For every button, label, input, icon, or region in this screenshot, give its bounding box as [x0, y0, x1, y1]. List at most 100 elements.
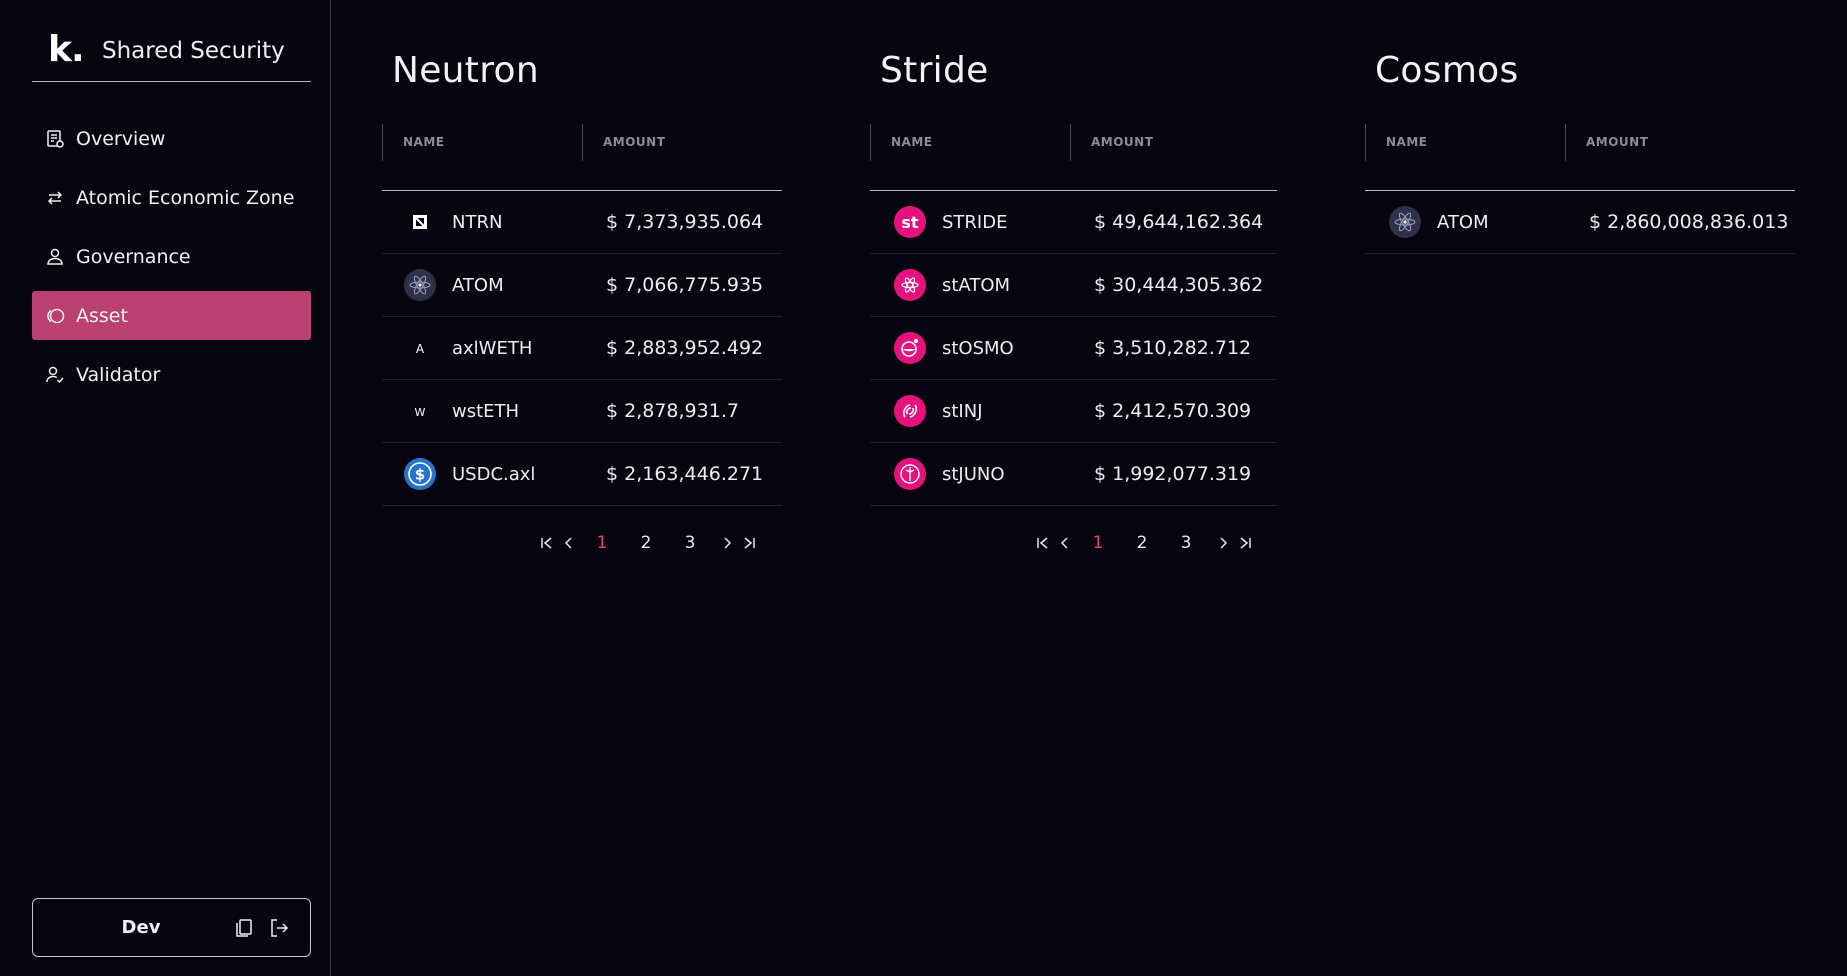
- token-name: ATOM: [452, 274, 504, 296]
- brand-title: Shared Security: [102, 38, 285, 64]
- table-row[interactable]: A axlWETH $ 2,883,952.492: [382, 317, 782, 380]
- column-name[interactable]: NAME: [382, 124, 582, 161]
- column-name[interactable]: NAME: [1365, 124, 1565, 161]
- column-amount[interactable]: AMOUNT: [1565, 124, 1795, 161]
- account-box: Dev: [32, 898, 311, 957]
- page-1-button[interactable]: 1: [580, 533, 624, 553]
- token-name-cell: $ USDC.axl: [382, 458, 606, 490]
- account-label: Dev: [121, 917, 161, 938]
- table-row[interactable]: $ USDC.axl $ 2,163,446.271: [382, 443, 782, 506]
- table-row[interactable]: stOSMO $ 3,510,282.712: [870, 317, 1277, 380]
- token-name-cell: ATOM: [382, 269, 606, 301]
- token-name-cell: st STRIDE: [870, 206, 1094, 238]
- column-name[interactable]: NAME: [870, 124, 1070, 161]
- atom-icon: [404, 269, 436, 301]
- sidebar-item-overview[interactable]: Overview: [32, 114, 311, 163]
- table-header: NAME AMOUNT: [1365, 124, 1795, 191]
- first-page-icon[interactable]: [1032, 532, 1054, 554]
- table-row[interactable]: stATOM $ 30,444,305.362: [870, 254, 1277, 317]
- token-amount: $ 2,860,008,836.013: [1589, 211, 1789, 233]
- token-amount: $ 2,878,931.7: [606, 400, 739, 422]
- token-amount: $ 2,412,570.309: [1094, 400, 1252, 422]
- axlweth-icon: A: [404, 332, 436, 364]
- first-page-icon[interactable]: [536, 532, 558, 554]
- token-name: stJUNO: [942, 463, 1005, 485]
- logout-icon[interactable]: [268, 917, 290, 939]
- sidebar-item-label: Validator: [76, 363, 161, 386]
- page-2-button[interactable]: 2: [1120, 533, 1164, 553]
- svg-text:A: A: [416, 342, 425, 356]
- table-row[interactable]: W wstETH $ 2,878,931.7: [382, 380, 782, 443]
- svg-text:st: st: [901, 213, 919, 232]
- token-amount: $ 1,992,077.319: [1094, 463, 1252, 485]
- last-page-icon[interactable]: [738, 532, 760, 554]
- token-name: stATOM: [942, 274, 1011, 296]
- prev-page-icon[interactable]: [1054, 532, 1076, 554]
- token-name-cell: NTRN: [382, 206, 606, 238]
- page-2-button[interactable]: 2: [624, 533, 668, 553]
- svg-text:$: $: [415, 466, 425, 484]
- person-icon: [44, 246, 66, 268]
- token-name: axlWETH: [452, 337, 533, 359]
- token-amount: $ 2,163,446.271: [606, 463, 764, 485]
- last-page-icon[interactable]: [1234, 532, 1256, 554]
- table-row[interactable]: ATOM $ 7,066,775.935: [382, 254, 782, 317]
- page-3-button[interactable]: 3: [668, 533, 712, 553]
- token-name-cell: W wstETH: [382, 395, 606, 427]
- table-row[interactable]: st STRIDE $ 49,644,162.364: [870, 191, 1277, 254]
- token-name-cell: A axlWETH: [382, 332, 606, 364]
- sidebar-item-label: Atomic Economic Zone: [76, 186, 295, 209]
- table-row[interactable]: stJUNO $ 1,992,077.319: [870, 443, 1277, 506]
- panel-title: Cosmos: [1375, 50, 1519, 91]
- asset-table: NAME AMOUNT ATOM $ 2,860,008,836.013: [1365, 124, 1795, 254]
- table-row[interactable]: ATOM $ 2,860,008,836.013: [1365, 191, 1795, 254]
- sidebar-nav: Overview Atomic Economic Zone Governance…: [32, 114, 311, 409]
- sidebar-item-asset[interactable]: Asset: [32, 291, 311, 340]
- prev-page-icon[interactable]: [558, 532, 580, 554]
- token-name: stINJ: [942, 400, 983, 422]
- page-1-button[interactable]: 1: [1076, 533, 1120, 553]
- table-row[interactable]: NTRN $ 7,373,935.064: [382, 191, 782, 254]
- token-name: NTRN: [452, 211, 503, 233]
- token-name: STRIDE: [942, 211, 1008, 233]
- token-amount: $ 3,510,282.712: [1094, 337, 1252, 359]
- token-name: wstETH: [452, 400, 520, 422]
- user-check-icon: [44, 364, 66, 386]
- arrows-exchange-icon: [44, 187, 66, 209]
- sidebar-item-label: Asset: [76, 304, 128, 327]
- next-page-icon[interactable]: [1212, 532, 1234, 554]
- sidebar-item-label: Governance: [76, 245, 191, 268]
- sidebar-item-governance[interactable]: Governance: [32, 232, 311, 281]
- token-amount: $ 7,066,775.935: [606, 274, 764, 296]
- next-page-icon[interactable]: [716, 532, 738, 554]
- pagination: 1 2 3: [536, 532, 760, 554]
- table-row[interactable]: stINJ $ 2,412,570.309: [870, 380, 1277, 443]
- sidebar-item-validator[interactable]: Validator: [32, 350, 311, 399]
- table-header: NAME AMOUNT: [870, 124, 1277, 191]
- stjuno-icon: [894, 458, 926, 490]
- token-name-cell: stOSMO: [870, 332, 1094, 364]
- pagination: 1 2 3: [1032, 532, 1256, 554]
- token-amount: $ 7,373,935.064: [606, 211, 764, 233]
- column-amount[interactable]: AMOUNT: [582, 124, 782, 161]
- page-3-button[interactable]: 3: [1164, 533, 1208, 553]
- stosmo-icon: [894, 332, 926, 364]
- atom-icon: [1389, 206, 1421, 238]
- token-name-cell: ATOM: [1365, 206, 1589, 238]
- token-name: stOSMO: [942, 337, 1014, 359]
- token-name: USDC.axl: [452, 463, 536, 485]
- token-name: ATOM: [1437, 211, 1489, 233]
- sidebar-item-atomic-economic-zone[interactable]: Atomic Economic Zone: [32, 173, 311, 222]
- panel-title: Neutron: [392, 50, 539, 91]
- sidebar: k. Shared Security Overview Atomic Econo…: [0, 0, 331, 976]
- sidebar-item-label: Overview: [76, 127, 166, 150]
- brand-logo[interactable]: k.: [32, 28, 102, 72]
- copy-icon[interactable]: [233, 917, 255, 939]
- ntrn-icon: [404, 206, 436, 238]
- usdc-icon: $: [404, 458, 436, 490]
- token-amount: $ 30,444,305.362: [1094, 274, 1264, 296]
- stride-icon: st: [894, 206, 926, 238]
- column-amount[interactable]: AMOUNT: [1070, 124, 1277, 161]
- token-name-cell: stJUNO: [870, 458, 1094, 490]
- coins-icon: [44, 305, 66, 327]
